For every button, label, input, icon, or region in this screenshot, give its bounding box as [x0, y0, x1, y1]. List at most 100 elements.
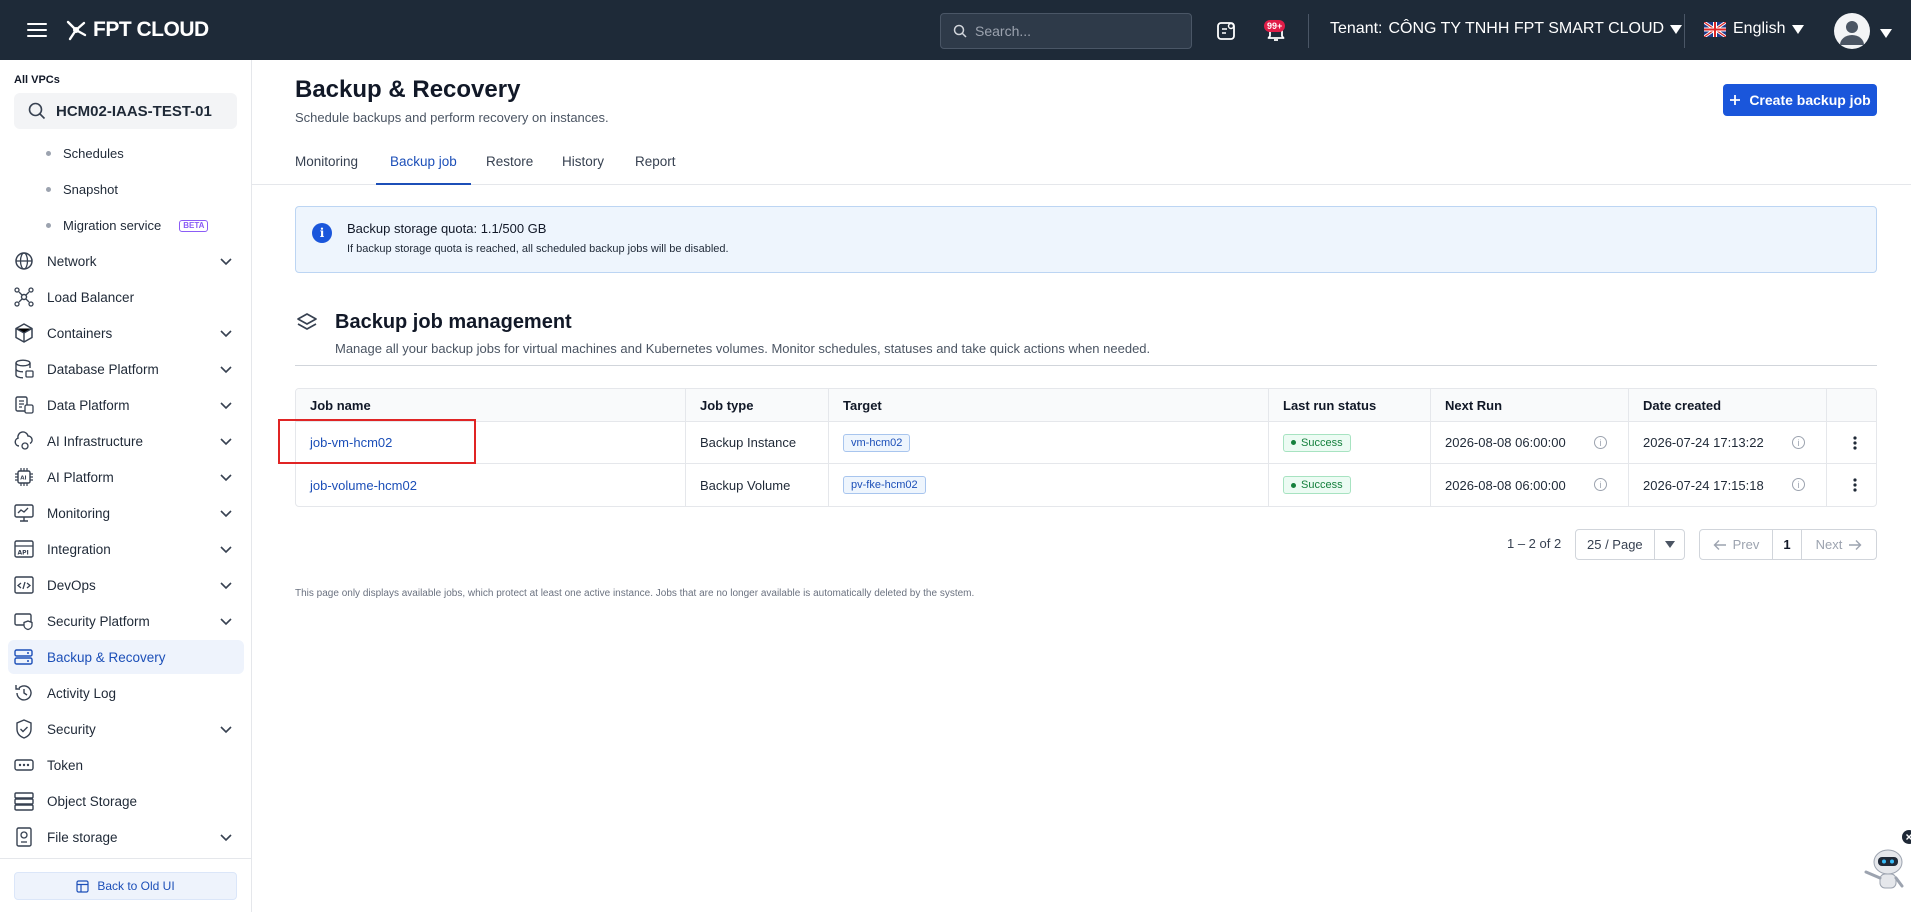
- divider: [1684, 14, 1685, 48]
- highlight-box: [278, 419, 476, 464]
- user-avatar[interactable]: [1834, 13, 1870, 49]
- job-name-cell: job-volume-hcm02: [296, 464, 686, 506]
- status-badge: Success: [1283, 476, 1351, 494]
- sidebar-subitem-snapshot[interactable]: Snapshot: [46, 182, 118, 197]
- chatbot-assistant[interactable]: [1856, 830, 1911, 894]
- info-icon[interactable]: i: [1792, 478, 1805, 491]
- brand-logo[interactable]: FPT CLOUD: [64, 18, 209, 42]
- tab-monitoring[interactable]: Monitoring: [295, 154, 358, 185]
- target-tag[interactable]: pv-fke-hcm02: [843, 476, 926, 494]
- create-backup-job-button[interactable]: Create backup job: [1723, 84, 1877, 116]
- svg-text:API: API: [18, 550, 29, 557]
- sidebar-item-label: Monitoring: [47, 505, 111, 521]
- tenant-selector[interactable]: Tenant: CÔNG TY TNHH FPT SMART CLOUD: [1330, 20, 1683, 38]
- tenant-name: CÔNG TY TNHH FPT SMART CLOUD: [1388, 20, 1665, 37]
- user-menu-caret-icon[interactable]: [1880, 25, 1892, 43]
- sidebar-item-monitoring[interactable]: Monitoring: [8, 496, 244, 530]
- sidebar-item-security-platform[interactable]: Security Platform: [8, 604, 244, 638]
- sidebar: All VPCs HCM02-IAAS-TEST-01 Schedules Sn…: [0, 60, 252, 912]
- column-header-job-name[interactable]: Job name: [296, 389, 686, 421]
- search-input[interactable]: [975, 23, 1175, 39]
- target-tag[interactable]: vm-hcm02: [843, 433, 911, 452]
- actions-cell: [1827, 464, 1876, 506]
- next-page-button[interactable]: Next: [1802, 530, 1876, 559]
- vpc-label: All VPCs: [14, 74, 60, 86]
- more-vertical-icon[interactable]: [1847, 477, 1863, 493]
- sidebar-item-integration[interactable]: API Integration: [8, 532, 244, 566]
- job-type-cell: Backup Volume: [686, 464, 829, 506]
- tab-history[interactable]: History: [562, 154, 604, 185]
- more-vertical-icon[interactable]: [1847, 435, 1863, 451]
- sidebar-item-load-balancer[interactable]: Load Balancer: [8, 280, 244, 314]
- caret-down-icon: [1670, 24, 1683, 34]
- security-platform-icon: [14, 613, 33, 631]
- sidebar-subitem-migration-service[interactable]: Migration service BETA: [46, 218, 209, 233]
- status-badge: Success: [1283, 433, 1351, 452]
- sidebar-subitem-label: Migration service: [63, 218, 162, 233]
- fpt-logo-icon: [66, 20, 87, 41]
- arrow-left-icon: [1713, 539, 1726, 550]
- beta-badge: BETA: [179, 219, 209, 232]
- column-header-next-run[interactable]: Next Run: [1431, 389, 1629, 421]
- quota-description: If backup storage quota is reached, all …: [347, 243, 729, 255]
- hamburger-menu-icon[interactable]: [26, 19, 48, 41]
- sidebar-item-ai-infrastructure[interactable]: AI Infrastructure: [8, 424, 244, 458]
- sidebar-item-backup-recovery[interactable]: Backup & Recovery: [8, 640, 244, 674]
- page-subtitle: Schedule backups and perform recovery on…: [295, 110, 609, 125]
- page-size-select[interactable]: 25 / Page: [1575, 529, 1685, 560]
- pagination-count: 1 – 2 of 2: [1507, 536, 1562, 551]
- prev-page-button[interactable]: Prev: [1700, 530, 1772, 559]
- pagination-nav: Prev 1 Next: [1699, 529, 1877, 560]
- sidebar-item-containers[interactable]: Containers: [8, 316, 244, 350]
- sidebar-item-object-storage[interactable]: Object Storage: [8, 784, 244, 818]
- sidebar-item-label: Data Platform: [47, 397, 130, 413]
- ai-chip-icon: AI: [15, 468, 33, 486]
- prev-label: Prev: [1732, 537, 1760, 552]
- sidebar-item-activity-log[interactable]: Activity Log: [8, 676, 244, 710]
- column-header-target[interactable]: Target: [829, 389, 1269, 421]
- caret-down-icon: [1655, 541, 1684, 548]
- vpc-selector[interactable]: HCM02-IAAS-TEST-01: [14, 93, 237, 129]
- sidebar-item-file-storage[interactable]: File storage: [8, 820, 244, 854]
- search-icon: [28, 102, 46, 120]
- info-icon[interactable]: i: [1792, 436, 1805, 449]
- monitor-icon: [14, 504, 34, 522]
- bullet: [46, 151, 51, 156]
- column-header-last-run-status[interactable]: Last run status: [1269, 389, 1431, 421]
- sidebar-item-devops[interactable]: DevOps: [8, 568, 244, 602]
- back-button-label: Back to Old UI: [97, 879, 175, 893]
- sidebar-subitem-schedules[interactable]: Schedules: [46, 146, 124, 161]
- info-icon[interactable]: i: [1594, 478, 1607, 491]
- sidebar-item-database-platform[interactable]: Database Platform: [8, 352, 244, 386]
- chevron-down-icon: [220, 618, 232, 626]
- chevron-down-icon: [220, 546, 232, 554]
- sidebar-item-token[interactable]: Token: [8, 748, 244, 782]
- sidebar-item-security[interactable]: Security: [8, 712, 244, 746]
- actions-cell: [1827, 422, 1876, 463]
- close-icon[interactable]: [1902, 830, 1911, 844]
- chevron-down-icon: [220, 438, 232, 446]
- tab-backup-job[interactable]: Backup job: [376, 154, 471, 185]
- sidebar-item-label: Backup & Recovery: [47, 649, 166, 665]
- backup-drive-icon: [14, 649, 33, 665]
- column-header-job-type[interactable]: Job type: [686, 389, 829, 421]
- sidebar-item-network[interactable]: Network: [8, 244, 244, 278]
- sidebar-item-data-platform[interactable]: Data Platform: [8, 388, 244, 422]
- activity-icon[interactable]: [1214, 19, 1238, 43]
- sidebar-item-label: Load Balancer: [47, 289, 135, 305]
- tab-restore[interactable]: Restore: [486, 154, 533, 185]
- bullet: [46, 223, 51, 228]
- language-selector[interactable]: English: [1704, 20, 1805, 38]
- job-type-cell: Backup Instance: [686, 422, 829, 463]
- chevron-down-icon: [220, 834, 232, 842]
- date-created-cell: 2026-07-24 17:15:18 i: [1629, 464, 1827, 506]
- back-to-old-ui-button[interactable]: Back to Old UI: [14, 872, 237, 900]
- tab-report[interactable]: Report: [635, 154, 676, 185]
- sidebar-item-ai-platform[interactable]: AI AI Platform: [8, 460, 244, 494]
- job-name-link[interactable]: job-volume-hcm02: [310, 478, 417, 493]
- global-search[interactable]: [940, 13, 1192, 49]
- page-number-button[interactable]: 1: [1772, 530, 1802, 559]
- column-header-date-created[interactable]: Date created: [1629, 389, 1827, 421]
- info-icon[interactable]: i: [1594, 436, 1607, 449]
- api-icon: API: [14, 540, 34, 558]
